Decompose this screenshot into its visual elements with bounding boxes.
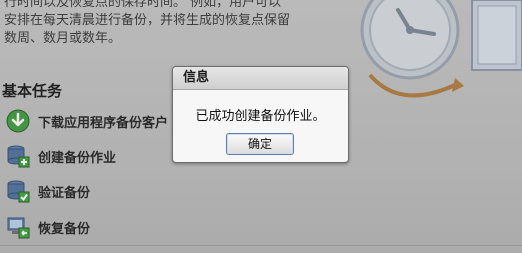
dialog-message: 已成功创建备份作业。 — [195, 109, 326, 124]
info-dialog: 信息 已成功创建备份作业。 确定 — [172, 66, 349, 163]
ok-button[interactable]: 确定 — [226, 133, 294, 155]
dialog-title: 信息 — [173, 67, 348, 90]
